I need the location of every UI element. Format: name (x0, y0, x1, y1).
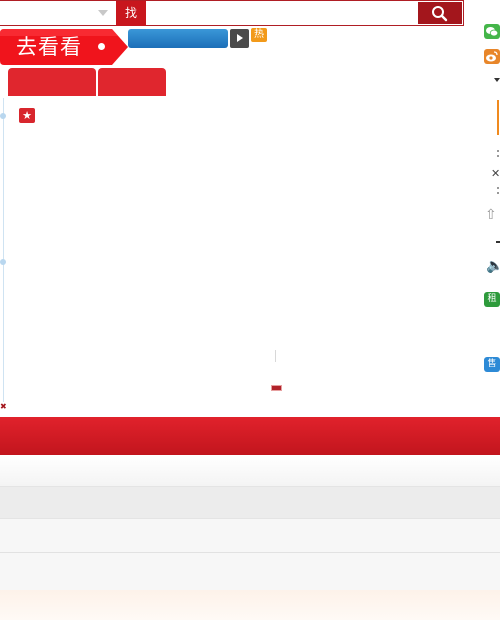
red-nav-band (0, 417, 500, 455)
close-icon[interactable]: ✖ (0, 403, 7, 411)
list-row (0, 455, 500, 486)
hot-badge: 热 (251, 28, 267, 42)
caret-down-icon[interactable] (494, 78, 500, 82)
rent-badge[interactable]: 租 (484, 292, 500, 307)
footer-band (0, 590, 500, 620)
star-icon[interactable]: ★ (19, 108, 35, 123)
timeline-dot (0, 259, 6, 265)
weibo-eye-icon (486, 51, 498, 62)
blue-banner-button[interactable] (128, 29, 228, 48)
list-row (0, 553, 500, 590)
find-button[interactable]: 找 (116, 1, 146, 26)
mini-flag-icon[interactable] (271, 385, 282, 391)
tab-1[interactable] (8, 68, 96, 96)
divider (275, 350, 276, 362)
play-icon[interactable] (230, 29, 249, 48)
search-button[interactable] (418, 2, 462, 24)
speaker-icon[interactable]: 🔈 (486, 258, 500, 274)
brand-dot (98, 43, 105, 50)
search-input[interactable] (146, 1, 416, 25)
sell-badge[interactable]: 售 (484, 357, 500, 372)
brand-tag-label: 去看看 (16, 35, 82, 59)
weibo-icon[interactable] (484, 49, 500, 64)
close-icon[interactable]: ✕ (491, 168, 500, 179)
list-row (0, 486, 500, 519)
timeline-dot (0, 113, 6, 119)
search-icon (432, 6, 448, 22)
minus-icon[interactable] (496, 241, 500, 243)
list-row (0, 519, 500, 553)
active-indicator (497, 100, 499, 135)
wechat-icon[interactable] (484, 24, 500, 39)
timeline-line (3, 98, 4, 402)
wechat-bubbles-icon (486, 27, 499, 37)
arrow-up-icon[interactable]: ⇧ (485, 208, 497, 222)
tab-2[interactable] (98, 68, 166, 96)
chevron-down-icon[interactable] (98, 10, 108, 16)
